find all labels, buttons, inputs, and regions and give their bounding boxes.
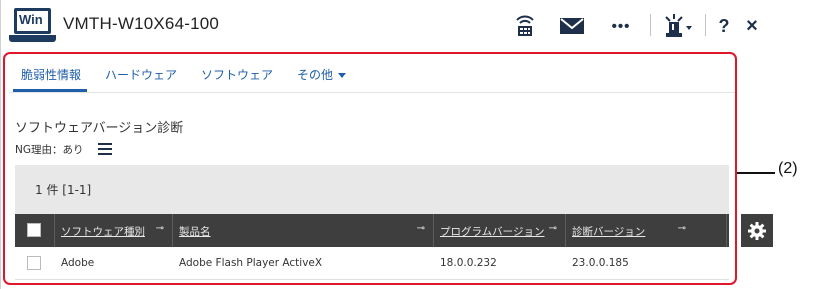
- network-icon[interactable]: [513, 14, 537, 38]
- toolbar-separator: [705, 14, 706, 36]
- callout-line: [737, 172, 775, 174]
- annotation-frame: [3, 52, 737, 285]
- windows-pc-icon: Win: [9, 8, 56, 46]
- toolbar-separator: [650, 14, 651, 36]
- alert-lamp-icon[interactable]: [662, 14, 694, 38]
- mail-icon[interactable]: [559, 14, 585, 38]
- gear-icon: [748, 221, 766, 240]
- more-icon[interactable]: •••: [607, 14, 635, 38]
- help-icon[interactable]: ?: [715, 14, 733, 38]
- callout-label: (2): [778, 160, 798, 177]
- title-bar: Win VMTH-W10X64-100 ••• ? ×: [1, 0, 773, 50]
- window-title: VMTH-W10X64-100: [63, 14, 220, 33]
- column-settings-button[interactable]: [741, 214, 773, 247]
- close-icon[interactable]: ×: [741, 14, 763, 38]
- app-badge: Win: [19, 12, 43, 27]
